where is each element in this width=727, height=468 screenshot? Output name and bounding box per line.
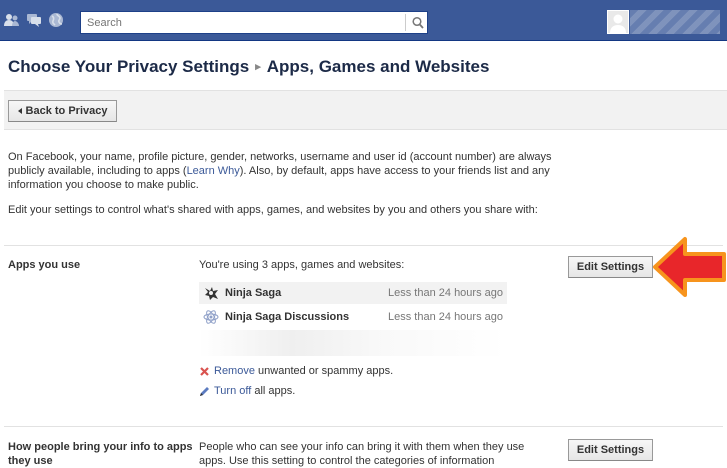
bring-info-edit-settings-button[interactable]: Edit Settings — [568, 439, 653, 461]
turn-off-link[interactable]: Turn off — [214, 384, 251, 398]
app-row-ninja-saga[interactable]: Ninja Saga Less than 24 hours ago — [199, 282, 507, 304]
remove-description: unwanted or spammy apps. — [258, 365, 394, 377]
apps-summary: You're using 3 apps, games and websites: — [199, 259, 405, 271]
avatar-silhouette-icon — [610, 14, 626, 33]
profile-name-redacted[interactable] — [630, 10, 720, 34]
app-name[interactable]: Ninja Saga — [225, 287, 388, 299]
annotation-arrow-icon — [653, 237, 726, 297]
remove-link[interactable]: Remove — [214, 364, 255, 378]
remove-apps-action: Remove unwanted or spammy apps. — [199, 364, 393, 378]
bring-info-description: People who can see your info can bring i… — [199, 441, 525, 467]
jewel-group — [4, 12, 64, 28]
profile-avatar[interactable] — [607, 10, 629, 34]
intro-instructions: Edit your settings to control what's sha… — [8, 204, 538, 216]
search-box — [80, 11, 428, 34]
breadcrumb-main[interactable]: Choose Your Privacy Settings — [8, 57, 249, 76]
app-last-used: Less than 24 hours ago — [388, 311, 503, 323]
back-triangle-icon — [17, 108, 22, 114]
app-name[interactable]: Ninja Saga Discussions — [225, 311, 388, 323]
divider — [4, 245, 723, 246]
back-bar: Back to Privacy — [4, 90, 727, 130]
friend-requests-icon[interactable] — [4, 12, 20, 28]
turn-off-apps-action: Turn off all apps. — [199, 384, 295, 398]
messages-icon[interactable] — [26, 12, 42, 28]
remove-x-icon — [200, 366, 209, 376]
apps-you-use-label: Apps you use — [8, 259, 81, 271]
app-row-ninja-saga-discussions[interactable]: Ninja Saga Discussions Less than 24 hour… — [199, 306, 507, 328]
search-input[interactable] — [81, 12, 405, 33]
search-icon[interactable] — [411, 15, 425, 31]
ninja-icon — [205, 287, 218, 300]
back-to-privacy-button[interactable]: Back to Privacy — [8, 100, 117, 122]
intro-paragraph: On Facebook, your name, profile picture,… — [8, 150, 568, 192]
bring-info-label: How people bring your info to apps they … — [8, 441, 193, 467]
pencil-icon — [200, 386, 209, 396]
divider — [4, 426, 723, 427]
faded-more-apps — [199, 330, 507, 356]
breadcrumb-separator: ▸ — [255, 61, 261, 73]
app-last-used: Less than 24 hours ago — [388, 287, 503, 299]
page-title: Choose Your Privacy Settings ▸ Apps, Games… — [8, 57, 489, 77]
learn-why-link[interactable]: Learn Why — [187, 165, 240, 177]
search-divider — [405, 14, 406, 31]
turn-off-description: all apps. — [254, 385, 296, 397]
breadcrumb-current: Apps, Games and Websites — [266, 57, 490, 76]
top-bar — [0, 0, 727, 41]
discussion-icon — [203, 310, 219, 324]
notifications-icon[interactable] — [48, 12, 64, 28]
back-button-label: Back to Privacy — [25, 105, 108, 117]
apps-edit-settings-button[interactable]: Edit Settings — [568, 256, 653, 278]
